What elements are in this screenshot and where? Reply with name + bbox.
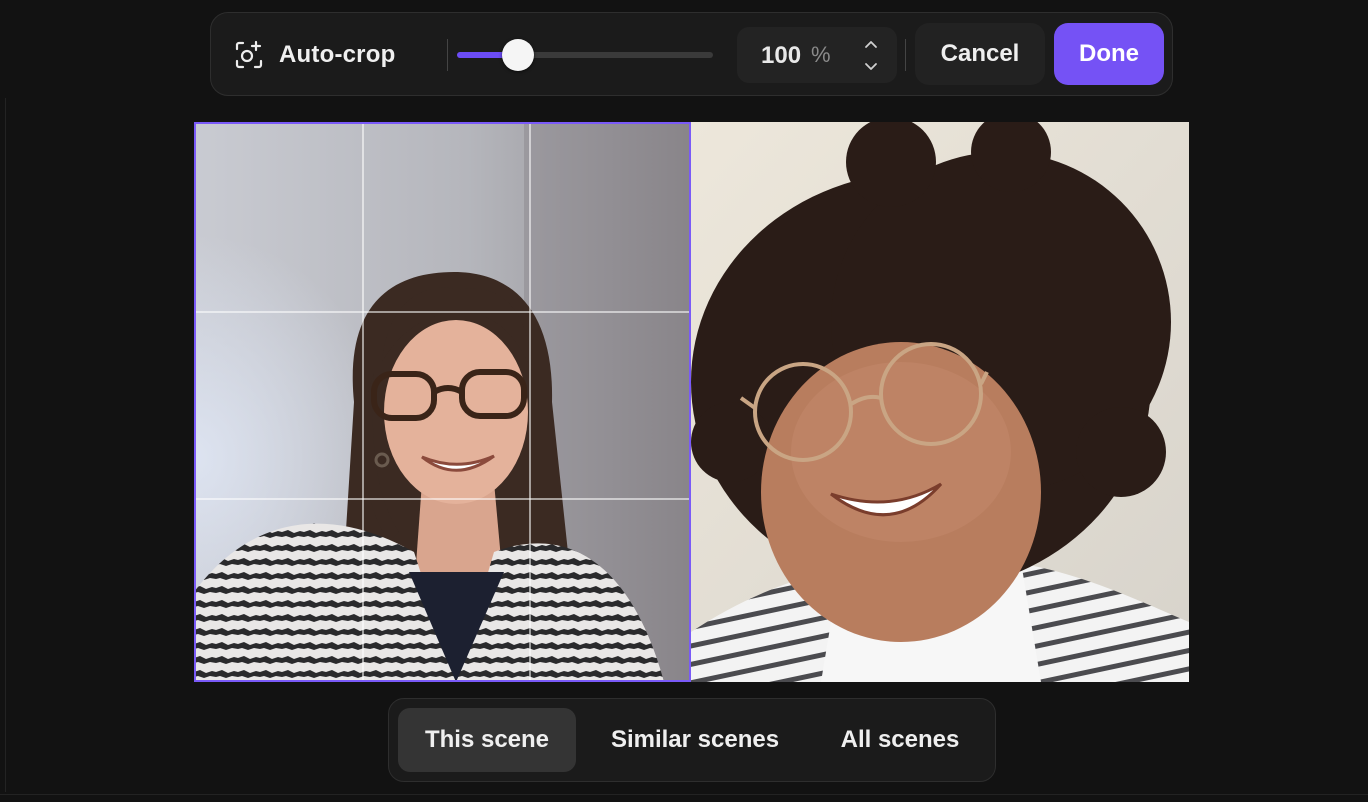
crop-grid-line <box>529 124 531 680</box>
crop-editor: Auto-crop 100 % Cancel Done This scene S… <box>0 0 1368 802</box>
crop-grid-line <box>196 498 689 500</box>
done-button[interactable]: Done <box>1054 23 1164 85</box>
crop-grid-line <box>362 124 364 680</box>
scene-scope-selector: This scene Similar scenes All scenes <box>388 698 996 782</box>
this-scene-button[interactable]: This scene <box>398 708 576 772</box>
similar-scenes-button[interactable]: Similar scenes <box>585 708 805 772</box>
zoom-value[interactable]: 100 <box>761 42 801 70</box>
toolbar-divider <box>905 39 906 71</box>
camera-focus-sparkle-icon <box>233 39 265 71</box>
zoom-stepper[interactable]: 100 % <box>737 27 897 83</box>
panel-edge <box>5 98 6 792</box>
crop-toolbar: Auto-crop 100 % Cancel Done <box>210 12 1173 96</box>
zoom-slider[interactable] <box>457 35 713 75</box>
toolbar-divider <box>447 39 448 71</box>
zoom-slider-handle[interactable] <box>502 39 535 71</box>
all-scenes-button[interactable]: All scenes <box>813 708 987 772</box>
cancel-button[interactable]: Cancel <box>915 23 1045 85</box>
participant-video-right <box>691 122 1189 682</box>
auto-crop-button[interactable]: Auto-crop <box>233 31 395 79</box>
participant-video-left <box>194 122 691 682</box>
zoom-unit: % <box>811 42 831 67</box>
video-preview <box>194 122 1189 682</box>
crop-box[interactable] <box>194 122 691 682</box>
auto-crop-label: Auto-crop <box>279 41 396 68</box>
chevron-down-icon[interactable] <box>861 57 881 75</box>
panel-edge-bottom <box>0 794 1368 795</box>
chevron-up-icon[interactable] <box>861 35 881 53</box>
crop-grid-line <box>196 311 689 313</box>
